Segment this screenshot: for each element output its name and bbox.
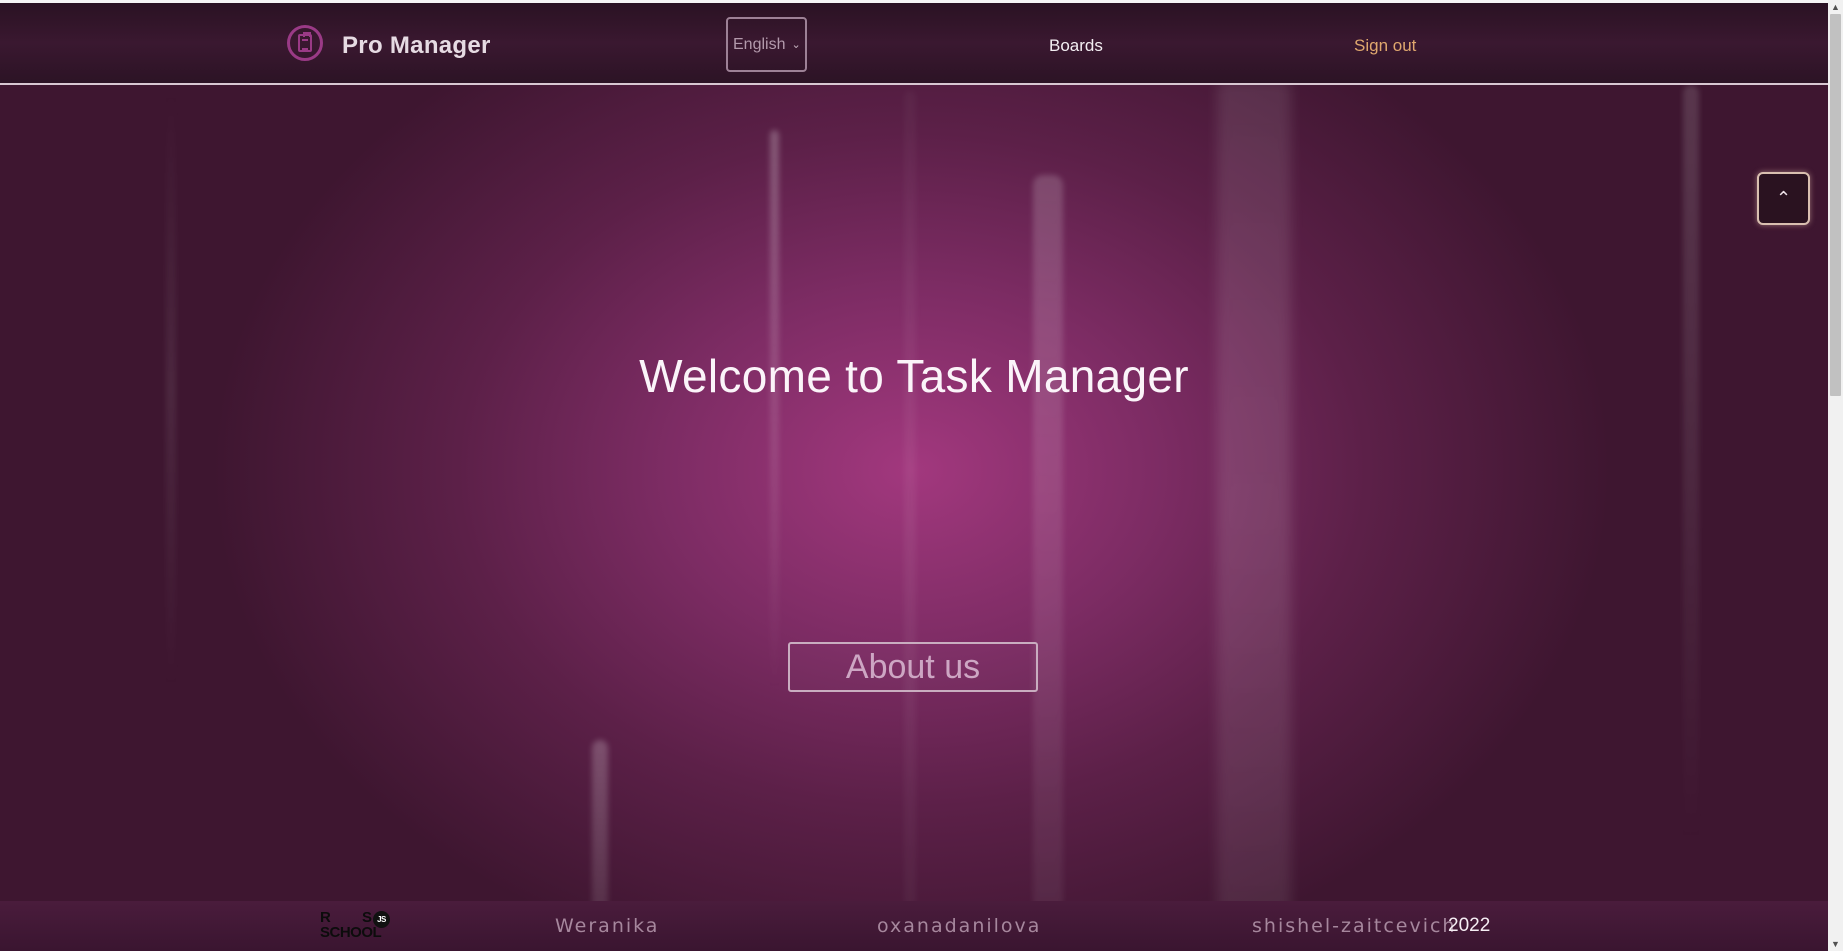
language-select[interactable]: English ⌄	[726, 17, 807, 72]
background-streak	[1217, 80, 1291, 951]
nav-boards-link[interactable]: Boards	[1049, 36, 1103, 56]
brand-title[interactable]: Pro Manager	[342, 32, 491, 60]
language-selected: English	[733, 35, 786, 53]
scrollbar-thumb[interactable]	[1830, 14, 1841, 396]
page: Pro Manager English ⌄ Boards Sign out We…	[0, 0, 1828, 951]
background-streak	[904, 90, 916, 950]
chevron-up-icon: ⌃	[1775, 188, 1792, 208]
logo-word: SCHOOL	[320, 924, 382, 941]
background-streak	[770, 130, 779, 690]
logo-letter: S	[362, 909, 372, 926]
scroll-to-top-button[interactable]: ⌃	[1757, 172, 1810, 225]
author-link-shishel-zaitcevich[interactable]: shishel-zaitcevich	[1252, 915, 1456, 937]
background-streak	[1033, 175, 1063, 951]
author-link-weranika[interactable]: Weranika	[555, 915, 659, 937]
clipboard-icon[interactable]	[287, 25, 323, 61]
vertical-scrollbar[interactable]: ▲ ▼	[1828, 0, 1843, 951]
background-streak	[1683, 85, 1699, 845]
chevron-down-icon: ⌄	[791, 39, 801, 51]
scroll-down-arrow-icon[interactable]: ▼	[1831, 939, 1840, 949]
page-title: Welcome to Task Manager	[639, 350, 1189, 402]
header: Pro Manager English ⌄ Boards Sign out	[0, 3, 1828, 85]
footer: R S JS SCHOOL Weranika oxanadanilova shi…	[0, 901, 1828, 951]
about-us-button[interactable]: About us	[788, 642, 1038, 692]
scroll-up-arrow-icon[interactable]: ▲	[1831, 2, 1840, 12]
copyright-year: 2022	[1448, 915, 1491, 936]
logo-letter: R	[320, 909, 331, 926]
rs-school-logo[interactable]: R S JS SCHOOL	[320, 909, 402, 943]
author-link-oxanadanilova[interactable]: oxanadanilova	[877, 915, 1041, 937]
sign-out-link[interactable]: Sign out	[1354, 36, 1416, 56]
